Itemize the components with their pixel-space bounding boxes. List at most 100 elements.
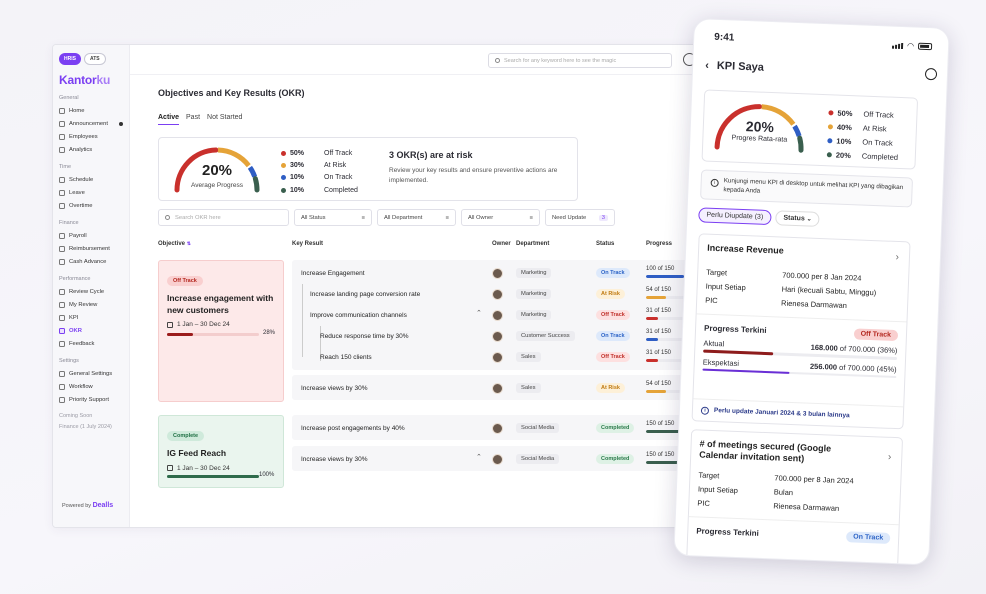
- legend-off-track: 50% Off Track: [281, 147, 358, 159]
- col-status: Status: [596, 241, 615, 247]
- status-badge: Off Track: [596, 310, 630, 320]
- owner-avatar[interactable]: [492, 423, 503, 434]
- kpi-field-value: Rienesa Darmawan: [780, 298, 848, 311]
- need-update-filter[interactable]: Need Update 3: [545, 209, 615, 226]
- chevron-up-icon[interactable]: ⌃: [476, 309, 482, 317]
- legend-label: Completed: [861, 151, 899, 162]
- progress-text: 54 of 150: [646, 381, 672, 387]
- legend-dot: [281, 175, 286, 181]
- objective-card[interactable]: Complete IG Feed Reach 1 Jan – 30 Dec 24…: [158, 415, 284, 488]
- progress-label: Progress Terkini: [703, 323, 767, 336]
- battery-icon: [917, 42, 933, 51]
- department-filter[interactable]: All Department ≡: [377, 209, 456, 226]
- progress-bar-fill: [646, 338, 658, 341]
- legend-label: Completed: [324, 186, 358, 194]
- actual-bar-fill: [703, 349, 774, 355]
- department-badge: Marketing: [516, 268, 552, 278]
- department-badge: Marketing: [516, 289, 552, 299]
- tab-past[interactable]: Past: [186, 114, 200, 125]
- status-badge: On Track: [596, 268, 630, 278]
- legend-dot: [281, 187, 286, 193]
- filter-icon: ≡: [529, 214, 533, 221]
- info-icon: i: [700, 406, 710, 415]
- expectation-label: Ekspektasi: [702, 357, 740, 368]
- expectation-row: Ekspektasi 256.000 of 700.000 (45%): [702, 357, 897, 379]
- kpi-field-value: Hari (kecuali Sabtu, Minggu): [781, 284, 877, 298]
- need-update-chip[interactable]: Perlu Diupdate (3): [698, 207, 772, 226]
- calendar-icon: [167, 321, 173, 328]
- owner-avatar[interactable]: [492, 268, 503, 279]
- kpi-field-label: PIC: [697, 498, 711, 508]
- col-objective[interactable]: Objective ⇅: [158, 241, 191, 247]
- kpi-card[interactable]: # of meetings secured (Google Calendar i…: [685, 429, 904, 566]
- actual-of: of 700.000 (36%): [839, 343, 898, 356]
- sort-icon: ⇅: [186, 241, 191, 247]
- legend-label: On Track: [324, 174, 353, 182]
- owner-avatar[interactable]: [492, 383, 503, 394]
- status-chip[interactable]: Status ⌄: [775, 210, 821, 227]
- key-result-name: Increase views by 30%: [301, 384, 368, 392]
- objective-date: 1 Jan – 30 Dec 24: [167, 465, 275, 472]
- owner-avatar[interactable]: [492, 310, 503, 321]
- legend-pct: 10%: [290, 174, 305, 182]
- progress-text: 31 of 150: [646, 350, 672, 356]
- owner-filter-label: All Owner: [468, 214, 494, 221]
- actual-value: 168.000: [810, 342, 838, 353]
- status-badge: Completed: [596, 454, 635, 464]
- kpi-title: # of meetings secured (Google Calendar i…: [699, 438, 832, 464]
- objective-progress-bar: [167, 333, 259, 336]
- status-badge: Off Track: [596, 352, 630, 362]
- objective-card[interactable]: Off Track Increase engagement with new c…: [158, 260, 284, 402]
- department-filter-label: All Department: [384, 214, 423, 221]
- key-result-name: Increase post engagements by 40%: [301, 424, 405, 432]
- owner-avatar[interactable]: [492, 289, 503, 300]
- chevron-up-icon[interactable]: ⌃: [476, 453, 482, 461]
- kpi-pic-row: PIC Rienesa Darmawan: [697, 498, 891, 515]
- info-note: i Kunjungi menu KPI di desktop untuk meli…: [700, 169, 914, 208]
- filter-icon: ≡: [445, 214, 449, 221]
- owner-avatar[interactable]: [492, 352, 503, 363]
- kpi-card[interactable]: Increase Revenue › Target 700.000 per 8 J…: [691, 233, 911, 430]
- kpi-field-value: Bulan: [773, 487, 794, 498]
- legend-dot: [827, 123, 834, 129]
- okr-search-input[interactable]: Search OKR here: [158, 209, 289, 226]
- legend-pct: 30%: [290, 161, 305, 169]
- kpi-field-label: PIC: [705, 295, 718, 306]
- filter-icon: ≡: [361, 214, 365, 221]
- legend-pct: 40%: [836, 122, 853, 132]
- progress-text: 31 of 150: [646, 329, 672, 335]
- risk-title: 3 OKR(s) are at risk: [389, 150, 473, 160]
- legend-pct: 10%: [290, 186, 305, 194]
- phone-summary-card: 20% Progres Rata-rata 50% Off Track 40% At…: [701, 89, 919, 170]
- progress-text: 31 of 150: [646, 308, 672, 314]
- progress-bar-fill: [646, 275, 684, 278]
- department-badge: Customer Success: [516, 331, 575, 341]
- kpi-pic-row: PIC Rienesa Darmawan: [705, 296, 899, 313]
- info-icon: i: [710, 178, 719, 188]
- kpi-field-label: Input Setiap: [697, 484, 739, 496]
- phone-time: 9:41: [714, 31, 735, 44]
- progress-text: 150 of 150: [646, 421, 675, 427]
- phone-header: ‹ KPI Saya: [705, 59, 937, 80]
- key-result-name: Increase views by 30%: [301, 455, 368, 463]
- okr-search-placeholder: Search OKR here: [175, 214, 221, 221]
- progress-bar-fill: [646, 359, 658, 362]
- department-badge: Social Media: [516, 454, 560, 464]
- col-objective-label: Objective: [158, 241, 186, 247]
- risk-text: Review your key results and ensure preve…: [389, 167, 558, 184]
- owner-avatar[interactable]: [492, 331, 503, 342]
- tab-active[interactable]: Active: [158, 114, 180, 125]
- objective-status-badge: Complete: [167, 431, 205, 441]
- tab-not-started[interactable]: Not Started: [207, 114, 242, 125]
- col-progress: Progress: [646, 241, 673, 247]
- update-reminder: i Perlu update Januari 2024 & 3 bulan lai…: [692, 398, 904, 429]
- status-filter[interactable]: All Status ≡: [294, 209, 372, 226]
- owner-avatar[interactable]: [492, 454, 503, 465]
- owner-filter[interactable]: All Owner ≡: [461, 209, 540, 226]
- okr-tabs: Active Past Not Started: [158, 114, 242, 125]
- progress-bar-fill: [646, 296, 667, 299]
- status-badge: At Risk: [596, 289, 625, 299]
- back-icon[interactable]: ‹: [705, 59, 709, 71]
- kpi-field-label: Target: [706, 267, 728, 278]
- legend-on-track: 10% On Track: [281, 172, 358, 184]
